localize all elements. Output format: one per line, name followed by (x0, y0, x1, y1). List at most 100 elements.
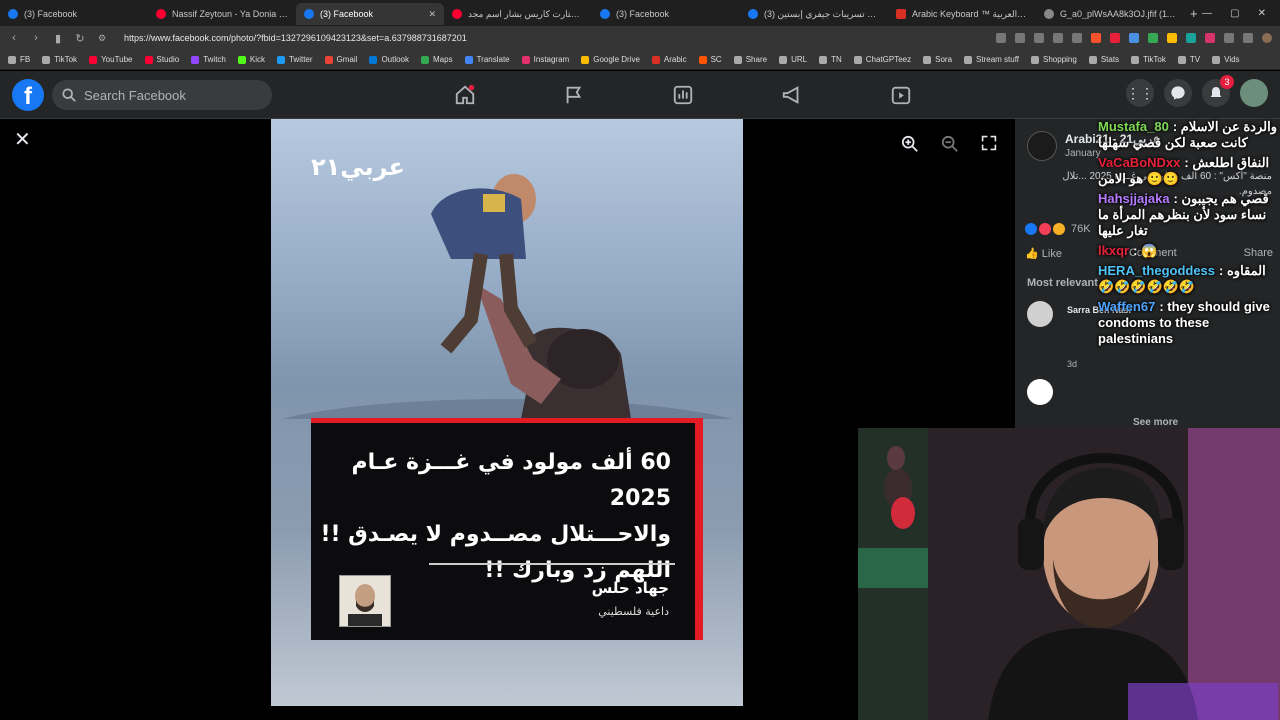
bookmark-item[interactable]: Sora (923, 55, 952, 64)
tab-title: (3) تسريبات جيفري إبستين —— (764, 8, 880, 19)
browser-tab[interactable]: (3) Facebook (0, 3, 148, 25)
bookmark-label: Stats (1100, 55, 1120, 64)
url-input[interactable]: https://www.facebook.com/photo/?fbid=132… (124, 33, 467, 43)
extension-yellow-icon[interactable] (1167, 33, 1177, 43)
minimize-icon[interactable]: — (1202, 8, 1212, 19)
chat-message: VaCaBoNDxx: النفاق اطلعش هو الامن 🙂🙂 (1098, 155, 1270, 186)
ads-nav-button[interactable] (737, 71, 846, 119)
bookmark-item[interactable]: TikTok (1131, 55, 1166, 64)
forward-icon[interactable]: › (30, 32, 42, 44)
bookmark-item[interactable]: Gmail (324, 55, 358, 64)
chat-message: HERA_thegoddess: المقاوه 🤣🤣🤣🤣🤣🤣 (1098, 263, 1266, 294)
reactions-row[interactable]: 76K (1025, 223, 1091, 235)
bookmark-item[interactable]: TV (1177, 55, 1200, 64)
dashboard-nav-button[interactable] (628, 71, 737, 119)
commenter-avatar[interactable] (1027, 301, 1053, 327)
bookmark-label: Gmail (336, 55, 358, 64)
new-tab-icon[interactable]: + (1190, 6, 1198, 21)
browser-tab[interactable]: Arabic Keyboard ™ المفاتيح العربية (888, 3, 1036, 25)
sort-comments-dropdown[interactable]: Most relevant (1027, 277, 1098, 289)
bookmark-item[interactable]: Twitch (191, 55, 226, 64)
globe-favicon-icon (1044, 9, 1054, 19)
bookmark-item[interactable]: Translate (464, 55, 510, 64)
bookmark-item[interactable]: Vids (1212, 55, 1240, 64)
chat-username: Mustafa_80 (1098, 119, 1169, 134)
extension-green-icon[interactable] (1148, 33, 1158, 43)
address-bar: ‹ › ▮ ↻ ⚙ https://www.facebook.com/photo… (0, 26, 1280, 50)
site-info-icon[interactable]: ⚙ (96, 33, 108, 44)
profile-avatar[interactable] (1240, 79, 1268, 107)
zoom-out-icon[interactable] (941, 135, 959, 153)
browser-tab[interactable]: لماذا اختارت كاريس بشار اسم مجد (444, 3, 592, 25)
star-icon[interactable] (1072, 33, 1082, 43)
bookmark-item[interactable]: FB (8, 55, 30, 64)
bookmark-item[interactable]: SC (698, 55, 722, 64)
messenger-button[interactable] (1164, 79, 1192, 107)
bookmark-favicon-icon (324, 55, 333, 64)
close-viewer-icon[interactable]: ✕ (14, 127, 31, 152)
maximize-icon[interactable]: ▢ (1230, 8, 1239, 19)
browser-tab[interactable]: G_a0_plWsAA8k3OJ.jfif (1100×10 (1036, 3, 1184, 25)
bookmark-item[interactable]: Shopping (1031, 55, 1077, 64)
post-date[interactable]: January (1065, 148, 1101, 159)
browser-tab-bar: (3) Facebook Nassif Zeytoun - Ya Donia /… (0, 0, 1280, 26)
share-icon[interactable] (1053, 33, 1063, 43)
bookmark-label: Translate (476, 55, 510, 64)
browser-tab-active[interactable]: (3) Facebook ✕ (296, 3, 444, 25)
bookmark-label: SC (710, 55, 722, 64)
bookmark-item[interactable]: URL (779, 55, 807, 64)
fullscreen-icon[interactable] (981, 135, 997, 151)
pages-nav-button[interactable] (519, 71, 628, 119)
extension-pink-icon[interactable] (1205, 33, 1215, 43)
close-tab-icon[interactable]: ✕ (428, 9, 436, 20)
extension-blue-icon[interactable] (1129, 33, 1139, 43)
gaming-nav-button[interactable] (846, 71, 955, 119)
extensions-puzzle-icon[interactable] (1224, 33, 1234, 43)
home-nav-button[interactable] (410, 71, 519, 119)
bookmark-favicon-icon (698, 55, 707, 64)
notifications-button[interactable]: 3 (1202, 75, 1234, 107)
extension-teal-icon[interactable] (1186, 33, 1196, 43)
translate-icon[interactable] (996, 33, 1006, 43)
bookmark-favicon-icon (8, 55, 16, 64)
flag-icon (566, 86, 581, 104)
browser-tab[interactable]: (3) Facebook (592, 3, 740, 25)
chat-username: Waffen67 (1098, 299, 1156, 314)
close-window-icon[interactable]: ✕ (1258, 8, 1266, 19)
zoom-in-icon[interactable] (901, 135, 919, 153)
bookmark-icon[interactable]: ▮ (52, 32, 64, 45)
brave-shield-icon[interactable] (1091, 33, 1101, 43)
bookmark-item[interactable]: Kick (237, 55, 265, 64)
browser-tab[interactable]: Nassif Zeytoun - Ya Donia / مشهد (148, 3, 296, 25)
bookmark-item[interactable]: ChatGPTeez (853, 55, 911, 64)
back-icon[interactable]: ‹ (8, 32, 20, 44)
window-controls: — ▢ ✕ (1202, 8, 1280, 19)
bookmark-item[interactable]: YouTube (89, 55, 133, 64)
sidebar-icon[interactable] (1243, 33, 1253, 43)
extension-red-icon[interactable] (1110, 33, 1120, 43)
bookmark-item[interactable]: Studio (144, 55, 179, 64)
bookmark-item[interactable]: Google Drive (581, 55, 640, 64)
search-input[interactable]: Search Facebook (52, 80, 272, 110)
facebook-logo-icon[interactable]: f (12, 79, 44, 111)
bookmark-item[interactable]: TikTok (42, 55, 77, 64)
bookmark-item[interactable]: Share (733, 55, 767, 64)
bookmark-item[interactable]: Twitter (276, 55, 313, 64)
bookmark-item[interactable]: Outlook (369, 55, 409, 64)
page-avatar[interactable] (1027, 131, 1057, 161)
menu-button[interactable]: ⋮⋮ (1126, 79, 1154, 107)
bookmark-item[interactable]: Instagram (521, 55, 569, 64)
bookmark-item[interactable]: TN (819, 55, 842, 64)
profile-avatar-icon[interactable] (1262, 33, 1272, 43)
like-button[interactable]: 👍 Like (1025, 247, 1062, 260)
commenter-avatar[interactable] (1027, 379, 1053, 405)
bookmark-item[interactable]: Maps (421, 55, 453, 64)
reload-icon[interactable]: ↻ (74, 32, 86, 45)
zoom-icon[interactable] (1015, 33, 1025, 43)
browser-tab[interactable]: (3) تسريبات جيفري إبستين —— (740, 3, 888, 25)
install-icon[interactable] (1034, 33, 1044, 43)
bookmark-label: TikTok (1143, 55, 1166, 64)
bookmark-item[interactable]: Stream stuff (964, 55, 1019, 64)
bookmark-item[interactable]: Arabic (651, 55, 687, 64)
bookmark-item[interactable]: Stats (1088, 55, 1120, 64)
